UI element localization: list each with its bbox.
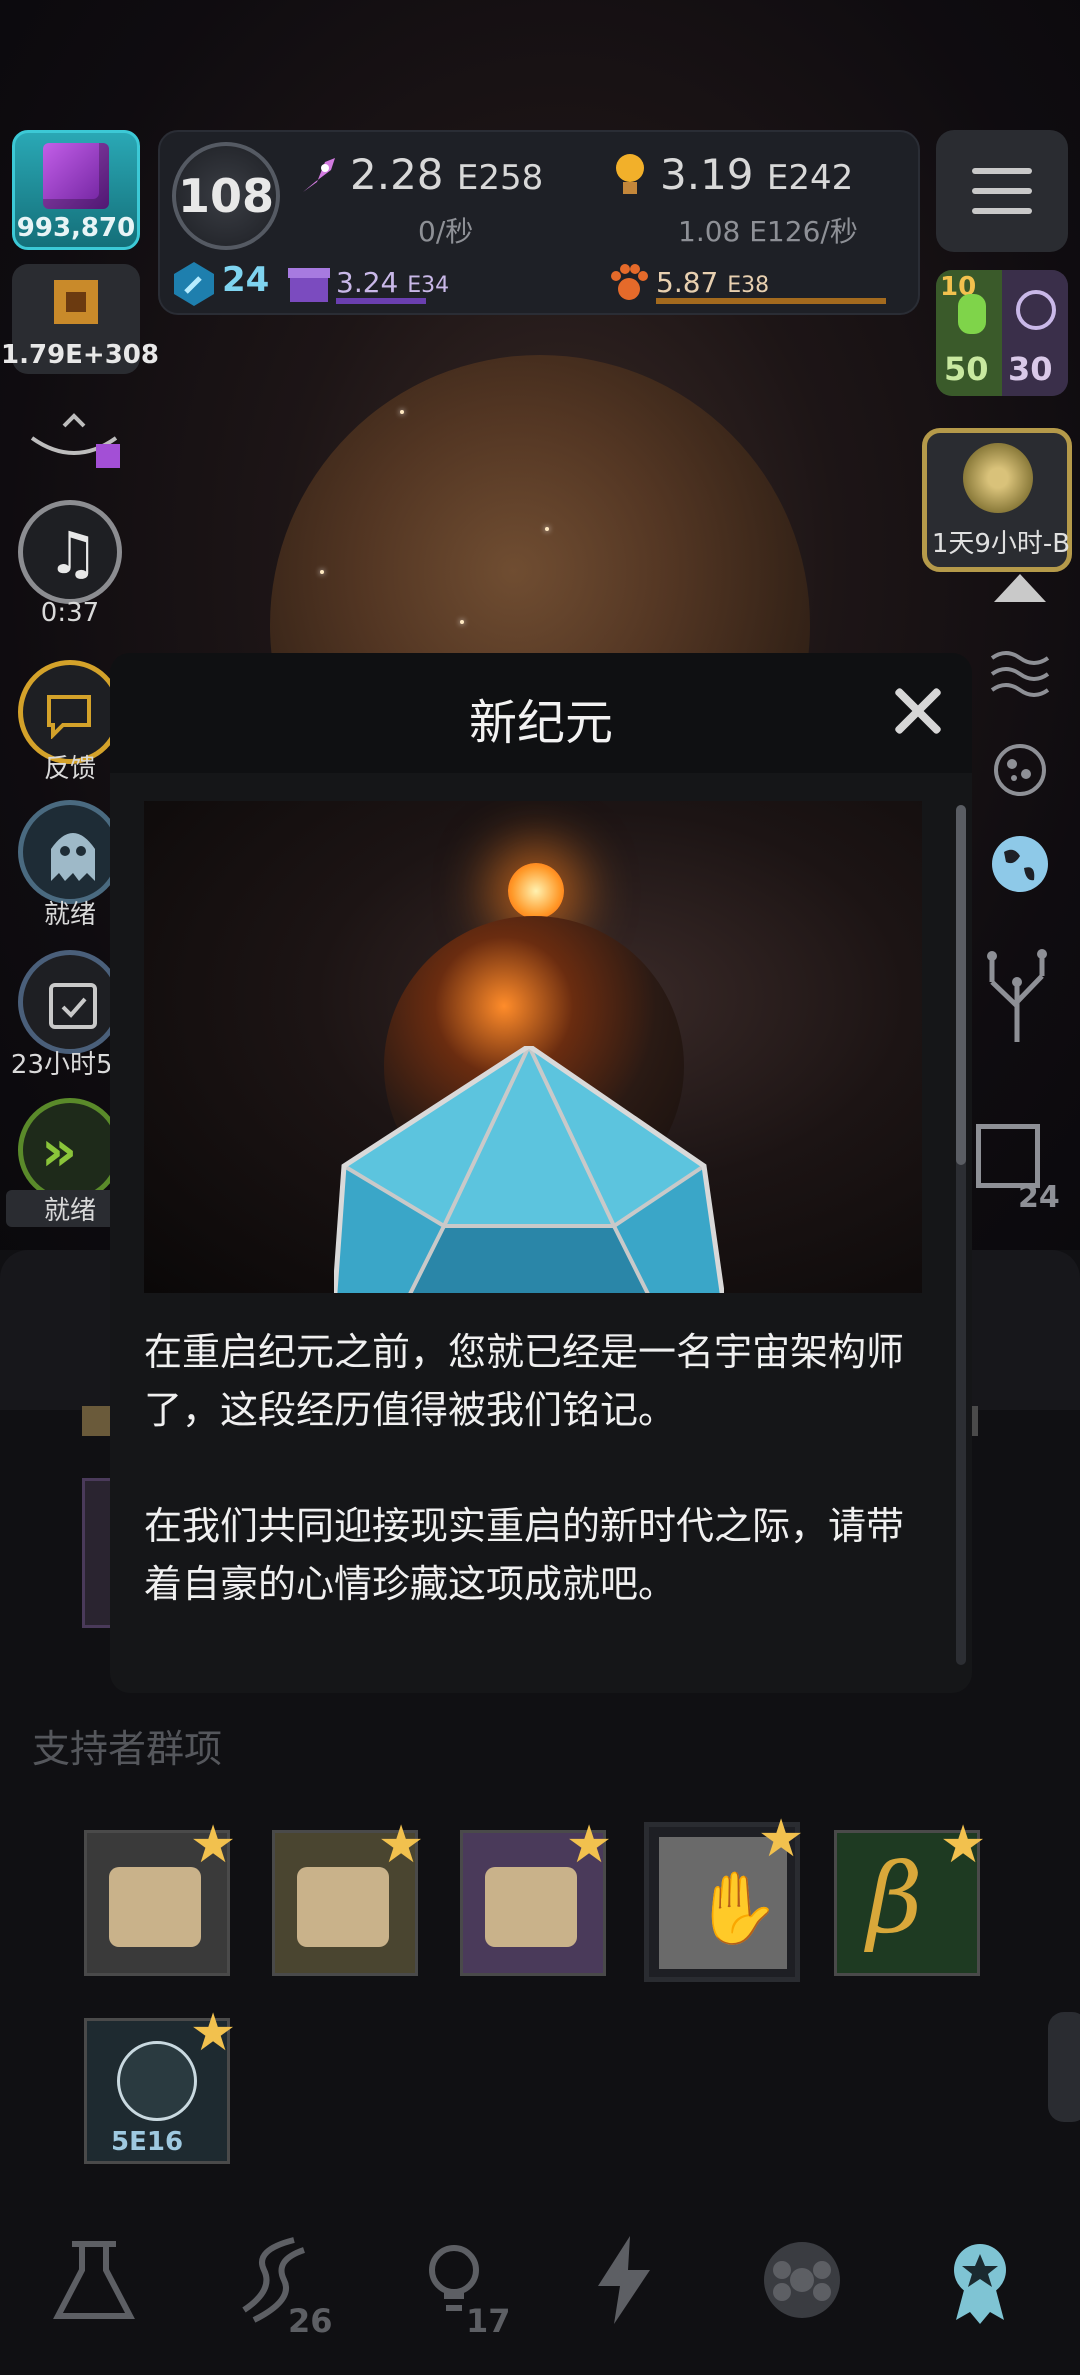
star-icon	[400, 410, 404, 414]
achievement-medal-icon[interactable]	[930, 2230, 1030, 2330]
dialog-paragraph-1: 在重启纪元之前，您就已经是一名宇宙架构师了，这段经历值得被我们铭记。	[144, 1330, 905, 1432]
gift-box-icon	[288, 268, 330, 302]
achievement-badge[interactable]: 5E16 ★	[84, 2007, 236, 2164]
chip-count: 24	[1018, 1180, 1060, 1215]
sun-image	[508, 863, 564, 919]
bread-icon	[485, 1867, 577, 1947]
creatures-button[interactable]: 10 50 30	[936, 270, 1068, 396]
double-chevron-icon: »	[41, 1119, 78, 1184]
chip-icon[interactable]	[976, 1124, 1040, 1188]
puzzle-cube-icon	[54, 280, 98, 324]
music-icon: ♫	[47, 519, 99, 587]
music-button[interactable]: ♫	[18, 500, 122, 604]
idea-count: 17	[466, 2302, 511, 2340]
star-icon	[460, 620, 464, 624]
achievement-badge[interactable]: β ★	[834, 1819, 986, 1976]
item-thumbnail	[82, 1406, 112, 1436]
crystal-icosahedron-image	[334, 1046, 724, 1293]
hive-timer: 1天9小时-B	[931, 529, 1071, 559]
level-badge: 108	[172, 142, 280, 250]
shard-icon	[174, 262, 214, 306]
star-icon: ★	[189, 2003, 237, 2063]
ghost-icon	[51, 833, 95, 881]
dialog-scroll-thumb[interactable]	[956, 805, 966, 1165]
paw-progress: 5.87 E38	[656, 266, 886, 306]
fast-forward-button[interactable]: »	[18, 1098, 122, 1202]
dialog-title: 新纪元	[468, 695, 613, 751]
bread-icon	[297, 1867, 389, 1947]
ghost-button[interactable]	[18, 800, 122, 904]
cube-icon	[43, 143, 109, 209]
chat-edit-icon	[47, 695, 91, 739]
dialog-body: 在重启纪元之前，您就已经是一名宇宙架构师了，这段经历值得被我们铭记。 在我们共同…	[144, 1323, 924, 1613]
badge-value: 5E16	[111, 2127, 184, 2157]
menu-icon	[972, 168, 1032, 174]
matter-rate: 0/秒	[418, 215, 474, 248]
dialog-paragraph-2: 在我们共同迎接现实重启的新时代之际，请带着自豪的心情珍藏这项成就吧。	[144, 1504, 905, 1606]
lightning-icon[interactable]	[574, 2230, 674, 2330]
music-timer: 0:37	[40, 598, 100, 628]
dino-icon	[958, 294, 986, 334]
globe-icon[interactable]	[990, 834, 1050, 894]
achievement-artwork	[144, 801, 922, 1293]
box-progress: 3.24 E34	[336, 266, 606, 306]
flask-icon[interactable]	[44, 2230, 144, 2330]
dino-count: 50	[944, 350, 989, 388]
supporter-section-title: 支持者群项	[32, 1727, 223, 1771]
honeycomb-nav-icon[interactable]	[752, 2230, 852, 2330]
cube-count: 993,870	[16, 213, 136, 243]
star-icon	[545, 527, 549, 531]
dna-count: 26	[288, 2302, 333, 2340]
hive-timer-button[interactable]: 1天9小时-B	[922, 428, 1072, 572]
ideas-value: 3.19 E242	[660, 150, 854, 199]
shard-count: 24	[222, 260, 270, 300]
puzzle-value: 1.79E+308	[1, 340, 159, 370]
star-icon: ★	[565, 1815, 613, 1875]
dialog-header: 新纪元	[110, 653, 972, 773]
matter-value: 2.28 E258	[350, 150, 544, 199]
chevron-up-icon[interactable]	[990, 572, 1050, 604]
ideas-rate: 1.08 E126/秒	[678, 215, 858, 248]
tree-branch-icon[interactable]	[972, 946, 1062, 1046]
side-drawer-tab[interactable]	[1048, 2012, 1080, 2122]
puzzle-button[interactable]: 1.79E+308	[1, 264, 159, 374]
cube-currency-button[interactable]: 993,870	[12, 130, 140, 250]
paw-icon	[611, 264, 648, 300]
waves-icon[interactable]	[990, 648, 1050, 700]
star-icon	[320, 570, 324, 574]
cell-icon[interactable]	[992, 742, 1048, 798]
planet-icon	[1016, 290, 1056, 330]
menu-icon-line	[972, 208, 1032, 214]
star-icon: ★	[189, 1815, 237, 1875]
star-icon: ★	[757, 1809, 805, 1869]
honeycomb-icon	[963, 443, 1033, 513]
achievement-badge[interactable]: ★	[460, 1819, 612, 1976]
calendar-button[interactable]	[18, 950, 122, 1054]
beta-icon: β	[867, 1843, 923, 1955]
rocket-icon	[303, 158, 335, 192]
star-icon: ★	[939, 1815, 987, 1875]
feedback-label: 反馈	[43, 754, 96, 784]
reset-arrow-icon[interactable]	[24, 408, 134, 478]
calendar-check-icon	[49, 983, 97, 1029]
planet-count: 30	[1008, 350, 1053, 388]
achievement-badge[interactable]: ★	[84, 1819, 236, 1976]
achievement-badge[interactable]: ★	[272, 1819, 424, 1976]
resource-panel[interactable]: 108 2.28 E258 0/秒 3.19 E242 1.08 E126/秒 …	[158, 130, 920, 315]
star-icon: ★	[377, 1815, 425, 1875]
menu-button[interactable]	[936, 130, 1068, 252]
menu-icon-line	[972, 188, 1032, 194]
lightbulb-icon	[616, 154, 644, 194]
achievement-dialog: 新纪元 在重启纪元之前，您就已经是一名宇宙架构师了，这段经历值得被我们铭记。 在…	[110, 653, 972, 1693]
bread-icon	[109, 1867, 201, 1947]
close-button[interactable]	[888, 681, 948, 741]
achievement-badge-selected[interactable]: ✋ ★	[644, 1813, 804, 1982]
